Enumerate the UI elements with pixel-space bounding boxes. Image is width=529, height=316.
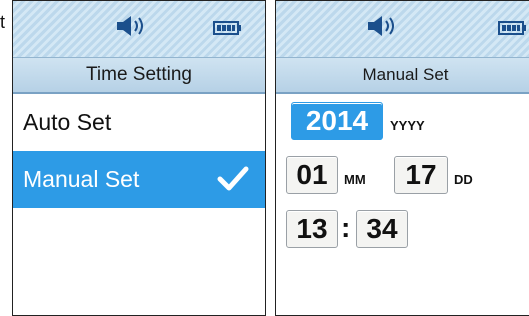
month-field[interactable]: 01: [286, 156, 338, 194]
hour-field[interactable]: 13: [286, 210, 338, 248]
screen-title: Manual Set: [276, 57, 529, 94]
day-field[interactable]: 17: [394, 156, 448, 194]
status-bar: [13, 1, 265, 57]
check-icon: [217, 166, 249, 191]
status-bar: [276, 1, 529, 57]
minute-field[interactable]: 34: [356, 210, 408, 248]
year-unit-label: YYYY: [390, 118, 425, 133]
screen-title: Time Setting: [13, 57, 265, 94]
year-row: 2014 YYYY: [276, 94, 529, 148]
battery-icon: [498, 21, 526, 35]
menu-item-auto-set[interactable]: Auto Set: [13, 94, 265, 151]
edge-text: t: [0, 12, 6, 32]
speaker-icon: [368, 16, 394, 36]
time-setting-screen: Time Setting Auto Set Manual Set: [12, 0, 266, 316]
date-row: 01 MM 17 DD: [276, 148, 529, 202]
menu-item-manual-set[interactable]: Manual Set: [13, 151, 265, 208]
time-separator: :: [341, 212, 351, 243]
time-row: 13 : 34: [276, 202, 529, 256]
speaker-icon: [117, 16, 143, 36]
manual-set-screen: Manual Set 2014 YYYY 01 MM 17 DD 13 : 34: [275, 0, 529, 316]
day-unit-label: DD: [454, 172, 473, 187]
battery-icon: [213, 21, 241, 35]
month-unit-label: MM: [344, 172, 366, 187]
menu-item-label: Manual Set: [23, 166, 140, 192]
menu-item-label: Auto Set: [23, 109, 112, 135]
year-field[interactable]: 2014: [291, 102, 383, 140]
